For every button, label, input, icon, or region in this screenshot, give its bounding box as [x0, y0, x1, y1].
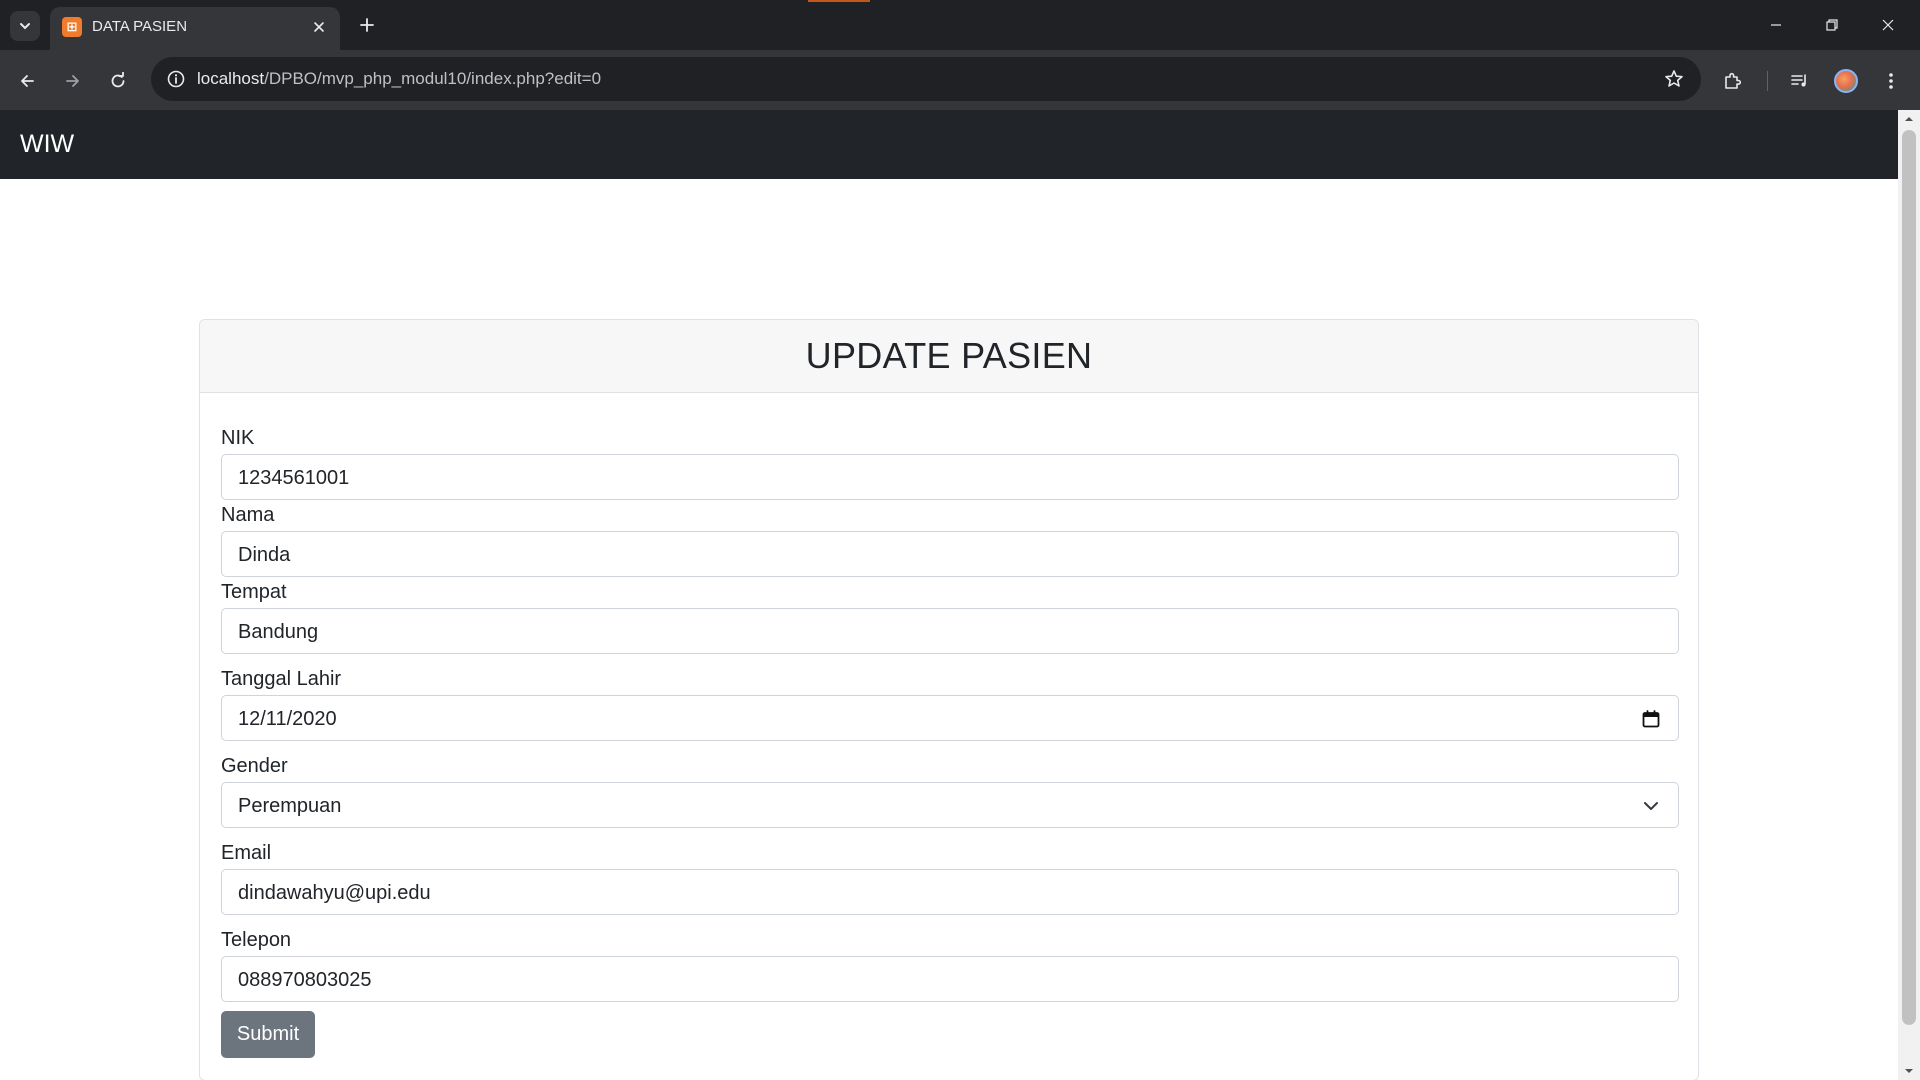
- playlist-icon: [1791, 74, 1806, 87]
- tab-accent-bar: [808, 0, 870, 2]
- nik-label: NIK: [221, 427, 255, 449]
- restore-window-button[interactable]: [1804, 0, 1860, 50]
- nama-label: Nama: [221, 504, 275, 526]
- close-icon: [314, 22, 324, 32]
- site-info-button[interactable]: [161, 64, 191, 94]
- submit-button[interactable]: Submit: [221, 1011, 315, 1058]
- page-viewport: WIW UPDATE PASIEN NIK 1234561001 Nama Di…: [0, 110, 1920, 1080]
- tempat-input[interactable]: Bandung: [221, 608, 1679, 654]
- profile-button[interactable]: [1829, 64, 1863, 98]
- extensions-button[interactable]: [1716, 64, 1750, 98]
- nik-value: 1234561001: [238, 467, 350, 489]
- gender-value: Perempuan: [238, 795, 342, 817]
- navbar-brand[interactable]: WIW: [20, 130, 74, 159]
- reload-icon: [111, 72, 125, 88]
- nik-input[interactable]: 1234561001: [221, 454, 1679, 500]
- avatar: [1834, 69, 1858, 93]
- tanggal-lahir-value: 12/11/2020: [238, 708, 337, 730]
- gender-select[interactable]: Perempuan: [221, 782, 1679, 828]
- browser-toolbar: localhost/DPBO/mvp_php_modul10/index.php…: [0, 50, 1920, 110]
- scroll-up-arrow-icon[interactable]: [1898, 110, 1920, 128]
- url-host: localhost: [197, 69, 265, 88]
- url-path: /DPBO/mvp_php_modul10/index.php?edit=0: [264, 69, 602, 88]
- close-icon: [1882, 19, 1894, 31]
- bookmark-button[interactable]: [1659, 64, 1689, 94]
- calendar-icon[interactable]: [1640, 708, 1662, 730]
- tanggal-lahir-date-input[interactable]: 12/11/2020: [221, 695, 1679, 741]
- telepon-input[interactable]: 088970803025: [221, 956, 1679, 1002]
- minimize-window-button[interactable]: [1748, 0, 1804, 50]
- tempat-value: Bandung: [238, 621, 319, 643]
- browser-menu-button[interactable]: [1874, 64, 1908, 98]
- tempat-label: Tempat: [221, 581, 287, 603]
- page-scrollbar[interactable]: [1898, 110, 1920, 1080]
- plus-icon: [360, 18, 374, 32]
- close-tab-button[interactable]: [306, 14, 332, 40]
- toolbar-divider: [1767, 71, 1768, 91]
- form-title: UPDATE PASIEN: [805, 335, 1093, 376]
- minimize-icon: [1771, 24, 1781, 26]
- card-header: UPDATE PASIEN: [200, 320, 1698, 393]
- media-controls-button[interactable]: [1783, 64, 1817, 98]
- browser-tab-strip: ⊞ DATA PASIEN: [0, 0, 1920, 50]
- browser-tab-active[interactable]: ⊞ DATA PASIEN: [50, 7, 340, 50]
- new-tab-button[interactable]: [352, 10, 382, 40]
- nama-input[interactable]: Dinda: [221, 531, 1679, 577]
- arrow-left-icon: [21, 75, 34, 87]
- address-bar[interactable]: localhost/DPBO/mvp_php_modul10/index.php…: [151, 57, 1701, 101]
- email-value: dindawahyu@upi.edu: [238, 882, 431, 904]
- arrow-right-icon: [66, 75, 79, 87]
- scroll-down-arrow-icon[interactable]: [1898, 1062, 1920, 1080]
- scrollbar-thumb[interactable]: [1902, 130, 1916, 1025]
- telepon-value: 088970803025: [238, 969, 372, 991]
- xampp-favicon-icon: ⊞: [62, 17, 82, 37]
- nama-value: Dinda: [238, 544, 291, 566]
- forward-button[interactable]: [56, 64, 90, 98]
- top-navbar: WIW: [0, 110, 1898, 179]
- reload-button[interactable]: [101, 64, 135, 98]
- chevron-down-icon: [1640, 795, 1662, 817]
- tab-title: DATA PASIEN: [92, 18, 188, 35]
- gender-label: Gender: [221, 755, 288, 777]
- star-icon: [1665, 70, 1683, 87]
- update-form-card: UPDATE PASIEN NIK 1234561001 Nama Dinda …: [199, 319, 1699, 1080]
- email-label: Email: [221, 842, 272, 864]
- kebab-menu-icon: [1889, 73, 1893, 89]
- back-button[interactable]: [10, 64, 44, 98]
- tanggal-lahir-label: Tanggal Lahir: [221, 668, 342, 690]
- puzzle-icon: [1725, 72, 1742, 89]
- restore-icon: [1826, 19, 1838, 31]
- close-window-button[interactable]: [1860, 0, 1916, 50]
- url-text: localhost/DPBO/mvp_php_modul10/index.php…: [197, 69, 601, 89]
- tab-search-button[interactable]: [10, 11, 40, 41]
- email-input[interactable]: dindawahyu@upi.edu: [221, 869, 1679, 915]
- info-icon: [167, 70, 185, 88]
- chevron-down-icon: [20, 23, 30, 30]
- telepon-label: Telepon: [221, 929, 292, 951]
